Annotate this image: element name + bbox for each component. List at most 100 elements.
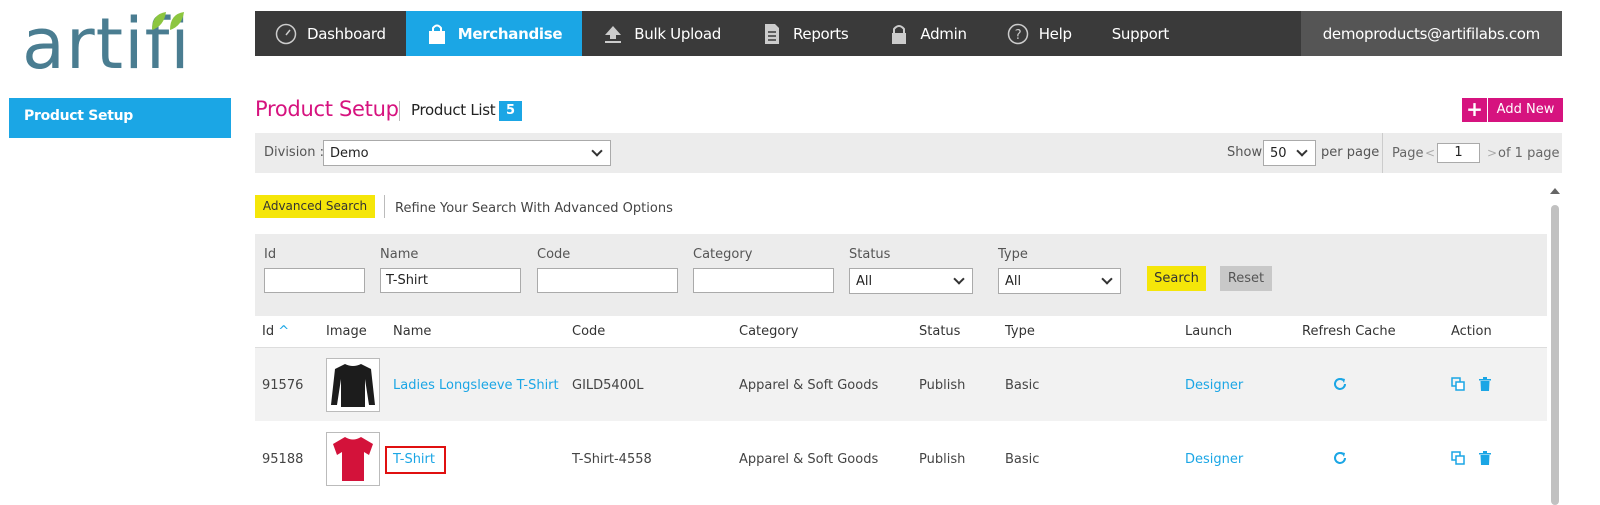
nav-help-label: Help [1038, 24, 1072, 43]
designer-launch-link[interactable]: Designer [1185, 378, 1243, 393]
filter-id-label: Id [264, 247, 277, 262]
column-header-action: Action [1451, 324, 1492, 339]
filter-id-input[interactable] [264, 268, 365, 293]
product-name-link[interactable]: Ladies Longsleeve T-Shirt [393, 378, 559, 393]
filter-status-label: Status [849, 247, 891, 262]
row-code: T-Shirt-4558 [572, 452, 652, 467]
highlight-box [385, 446, 446, 474]
column-header-launch: Launch [1185, 324, 1233, 339]
delete-icon[interactable] [1479, 451, 1491, 465]
page-total-label: of 1 page [1498, 146, 1560, 161]
filter-code-label: Code [537, 247, 571, 262]
logo-leaf-icon [152, 12, 184, 30]
delete-icon[interactable] [1479, 377, 1491, 391]
sidebar-item-label: Product Setup [24, 108, 133, 124]
filter-type-label: Type [998, 247, 1028, 262]
tshirt-image [333, 437, 373, 481]
upload-icon [605, 25, 622, 43]
prev-page-button[interactable]: < [1425, 146, 1435, 160]
nav-reports[interactable]: Reports [741, 11, 868, 56]
nav-support-label: Support [1111, 24, 1170, 43]
per-page-label: per page [1321, 145, 1380, 160]
shopping-bag-icon [428, 24, 445, 44]
search-button[interactable]: Search [1147, 266, 1206, 291]
product-thumbnail[interactable] [326, 358, 380, 412]
chevron-down-icon [591, 145, 603, 157]
add-new-label: Add New [1488, 98, 1563, 122]
column-header-category[interactable]: Category [739, 324, 798, 339]
division-select[interactable]: Demo [323, 140, 611, 166]
column-header-type[interactable]: Type [1005, 324, 1035, 339]
designer-launch-link[interactable]: Designer [1185, 452, 1243, 467]
nav-bulk-upload-label: Bulk Upload [634, 24, 721, 43]
nav-admin-label: Admin [920, 24, 967, 43]
dashboard-gauge-icon [275, 23, 297, 44]
column-header-id-label: Id [262, 324, 275, 339]
row-type: Basic [1005, 452, 1040, 467]
filter-category-label: Category [693, 247, 753, 262]
copy-icon[interactable] [1451, 377, 1465, 391]
advanced-search-button[interactable]: Advanced Search [255, 195, 375, 218]
nav-help[interactable]: ? Help [987, 11, 1092, 56]
filter-category-input[interactable] [693, 268, 834, 293]
nav-support[interactable]: Support [1092, 11, 1189, 56]
column-header-code[interactable]: Code [572, 324, 605, 339]
product-count-badge: 5 [499, 101, 522, 121]
scroll-up-arrow[interactable] [1550, 188, 1560, 194]
title-divider [399, 101, 400, 121]
show-label: Show [1227, 145, 1263, 160]
column-header-name[interactable]: Name [393, 324, 431, 339]
nav-merchandise-label: Merchandise [457, 24, 563, 43]
copy-icon[interactable] [1451, 451, 1465, 465]
vertical-scrollbar-thumb[interactable] [1551, 205, 1559, 505]
division-label: Division : [264, 145, 325, 160]
per-page-select[interactable]: 50 [1263, 140, 1316, 166]
row-category: Apparel & Soft Goods [739, 452, 879, 467]
top-navigation: Dashboard Merchandise Bulk Upload Report… [255, 11, 1562, 56]
filter-code-input[interactable] [537, 268, 678, 293]
filter-status-value: All [856, 273, 873, 289]
filter-type-select[interactable]: All [998, 268, 1121, 294]
filter-name-input[interactable]: T-Shirt [380, 268, 521, 293]
row-id: 91576 [262, 378, 304, 393]
page-subtitle: Product List [411, 101, 496, 119]
row-type: Basic [1005, 378, 1040, 393]
advanced-search-hint: Refine Your Search With Advanced Options [395, 201, 673, 216]
division-value: Demo [330, 145, 369, 161]
next-page-button[interactable]: > [1487, 146, 1497, 160]
row-code: GILD5400L [572, 378, 644, 393]
filter-name-label: Name [380, 247, 419, 262]
chevron-down-icon [953, 273, 965, 285]
row-status: Publish [919, 378, 966, 393]
refresh-icon[interactable] [1333, 451, 1347, 465]
page-number-input[interactable]: 1 [1437, 143, 1480, 163]
svg-text:?: ? [1014, 28, 1021, 43]
product-thumbnail[interactable] [326, 432, 380, 486]
column-header-id[interactable]: Id ^ [262, 324, 289, 339]
column-header-refresh-cache: Refresh Cache [1302, 324, 1396, 339]
sidebar-item-product-setup[interactable]: Product Setup [9, 98, 231, 138]
user-email: demoproducts@artifilabs.com [1322, 24, 1541, 43]
add-new-button[interactable]: + Add New [1462, 98, 1563, 122]
pager-divider [1382, 133, 1383, 173]
nav-merchandise[interactable]: Merchandise [405, 11, 583, 56]
nav-reports-label: Reports [792, 24, 849, 43]
refresh-icon[interactable] [1333, 377, 1347, 391]
nav-admin[interactable]: Admin [868, 11, 986, 56]
lock-icon [892, 24, 907, 44]
row-id: 95188 [262, 452, 304, 467]
document-icon [764, 23, 779, 44]
nav-dashboard[interactable]: Dashboard [255, 11, 406, 56]
nav-dashboard-label: Dashboard [307, 24, 386, 43]
filter-status-select[interactable]: All [849, 268, 973, 294]
column-header-status[interactable]: Status [919, 324, 960, 339]
user-account-menu[interactable]: demoproducts@artifilabs.com [1300, 11, 1562, 56]
question-icon: ? [1007, 23, 1028, 44]
nav-bulk-upload[interactable]: Bulk Upload [582, 11, 741, 56]
table-row [255, 421, 1547, 505]
reset-button[interactable]: Reset [1220, 266, 1272, 291]
chevron-down-icon [1296, 145, 1308, 157]
chevron-down-icon [1101, 273, 1113, 285]
filter-type-value: All [1005, 273, 1022, 289]
advanced-divider [384, 195, 385, 218]
